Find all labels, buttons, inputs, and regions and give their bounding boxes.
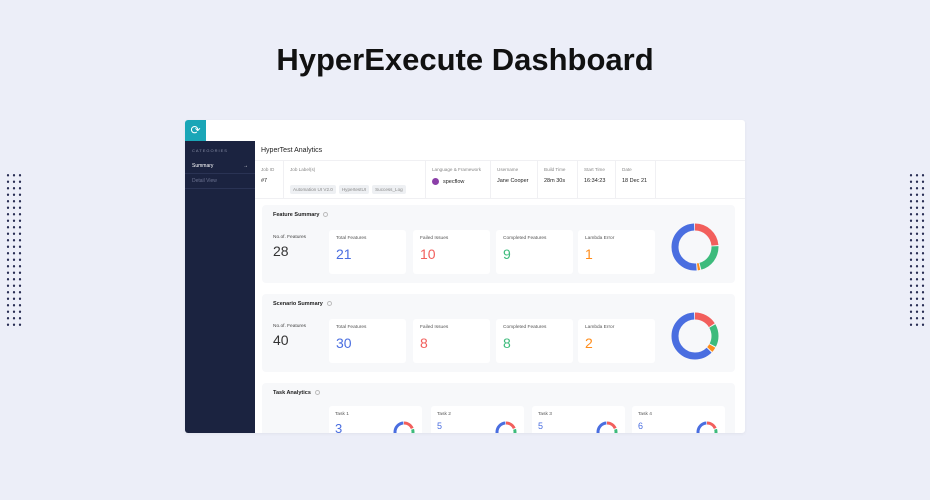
info-icon[interactable] (323, 212, 329, 218)
task-card: Task 13 (329, 406, 422, 433)
page-title: HyperExecute Dashboard (276, 42, 654, 77)
stat-card-total: Total Features 30 (329, 319, 406, 363)
username-label: Username (497, 167, 519, 172)
stat-label: Total Features (336, 325, 367, 330)
section-title: Task Analytics (273, 390, 311, 396)
sidebar-item-label: Detail View (192, 178, 217, 184)
stat-card-completed: Completed Features 8 (496, 319, 573, 363)
stat-card-failed: Failed Issues 8 (413, 319, 490, 363)
task-card: Task 46 (632, 406, 725, 433)
feature-donut-chart (671, 223, 719, 271)
count-value: 28 (273, 243, 289, 259)
job-tag: Success_Log (372, 185, 406, 194)
main-content: HyperTest Analytics Job ID #7 Job Label(s… (255, 141, 745, 433)
start-time-value: 16:34:23 (584, 178, 606, 184)
framework-label: Language & Framework (432, 167, 482, 172)
dot-grid-decoration (5, 172, 23, 328)
section-title: Scenario Summary (273, 301, 323, 307)
stat-card-completed: Completed Features 9 (496, 230, 573, 274)
job-tag: HypertestUI (338, 185, 370, 194)
scenario-donut-chart (671, 312, 719, 360)
dot-grid-decoration (908, 172, 926, 328)
sidebar-item-summary[interactable]: Summary → (185, 159, 255, 174)
stat-label: Completed Features (503, 325, 547, 330)
stat-value: 9 (503, 246, 511, 262)
build-time-label: Build Time (544, 167, 566, 172)
stat-value: 1 (585, 246, 593, 262)
stat-card-failed: Failed Issues 10 (413, 230, 490, 274)
task-label: Task 4 (638, 412, 652, 417)
section-header: HyperTest Analytics (255, 141, 745, 161)
date-label: Date (622, 167, 632, 172)
dashboard-window: ⟳ CATEGORIES Summary → Detail View HyperT… (185, 120, 745, 433)
count-value: 40 (273, 332, 289, 348)
stat-label: Total Features (336, 236, 367, 241)
date-value: 18 Dec 21 (622, 178, 648, 184)
job-id-label: Job ID (261, 167, 275, 172)
count-label: No.of. Features (273, 235, 307, 240)
stat-value: 10 (420, 246, 436, 262)
start-time-label: Start Time (584, 167, 605, 172)
stat-card-total: Total Features 21 (329, 230, 406, 274)
section-title: Feature Summary (273, 212, 320, 218)
stat-label: Lambda Error (585, 236, 615, 241)
arrow-right-icon: → (243, 163, 248, 169)
info-icon[interactable] (326, 301, 332, 307)
task-label: Task 3 (538, 412, 552, 417)
username-value: Jane Cooper (497, 178, 529, 184)
stat-value: 8 (420, 335, 428, 351)
job-labels-label: Job Label(s) (290, 167, 316, 172)
task-analytics-section: Task Analytics Task 13 Task 25 Task 35 T… (262, 383, 735, 433)
stat-label: Failed Issues (420, 236, 449, 241)
sidebar-item-label: Summary (192, 163, 214, 169)
app-logo-icon[interactable]: ⟳ (185, 120, 206, 141)
stat-card-lambda: Lambda Error 1 (578, 230, 655, 274)
task-card: Task 25 (431, 406, 524, 433)
task-label: Task 2 (437, 412, 451, 417)
job-meta-row: Job ID #7 Job Label(s) Automation UI V2.0 H… (255, 161, 745, 199)
sidebar: CATEGORIES Summary → Detail View (185, 141, 255, 433)
task-donut-chart (596, 421, 618, 433)
count-label: No.of. Features (273, 324, 307, 329)
sidebar-item-detail-view[interactable]: Detail View (185, 174, 255, 189)
job-tag: Automation UI V2.0 (290, 185, 336, 194)
task-label: Task 1 (335, 412, 349, 417)
framework-value: specflow (443, 178, 465, 185)
sidebar-heading: CATEGORIES (192, 148, 228, 153)
task-donut-chart (696, 421, 718, 433)
task-donut-chart (393, 421, 415, 433)
stat-card-lambda: Lambda Error 2 (578, 319, 655, 363)
info-icon[interactable] (314, 390, 320, 396)
job-id-value: #7 (261, 178, 268, 184)
task-donut-chart (495, 421, 517, 433)
feature-summary-section: Feature Summary No.of. Features 28 Total … (262, 205, 735, 283)
stat-label: Lambda Error (585, 325, 615, 330)
stat-value: 21 (336, 246, 352, 262)
build-time-value: 28m 30s (544, 178, 566, 184)
stat-value: 2 (585, 335, 593, 351)
stat-value: 8 (503, 335, 511, 351)
stat-label: Completed Features (503, 236, 547, 241)
csharp-icon (432, 178, 439, 185)
scenario-summary-section: Scenario Summary No.of. Features 40 Total… (262, 294, 735, 372)
task-card: Task 35 (532, 406, 625, 433)
stat-label: Failed Issues (420, 325, 449, 330)
stat-value: 30 (336, 335, 352, 351)
